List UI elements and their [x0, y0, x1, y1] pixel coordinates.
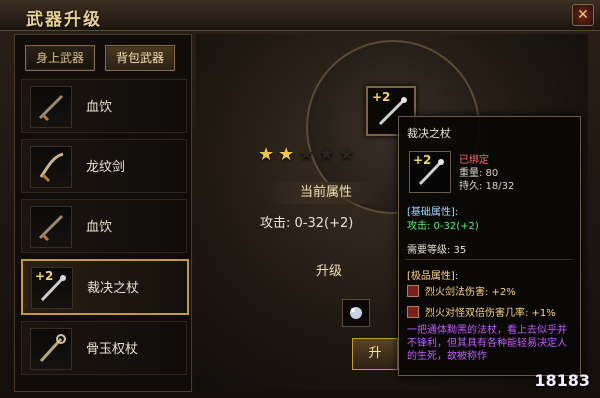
- upgrade-button[interactable]: 升: [352, 338, 398, 370]
- fire-sword-icon: [407, 305, 419, 318]
- tooltip-extra-attr-title: [极品属性]:: [407, 271, 459, 282]
- weapon-list-panel: 身上武器 背包武器 血饮 龙纹剑 血饮 +2 裁决之杖 骨玉权杖: [14, 34, 192, 392]
- star-empty-icon: ★: [338, 144, 355, 165]
- fire-sword-icon: [407, 284, 419, 297]
- tab-equipped-weapons[interactable]: 身上武器: [25, 45, 95, 71]
- tooltip-extra-attr-row: 烈火剑法伤害: +2%: [407, 283, 575, 298]
- site-watermark: 18183: [534, 371, 590, 390]
- weapon-name: 血饮: [86, 100, 113, 115]
- weapon-name: 骨玉权杖: [86, 342, 139, 357]
- curved-sword-icon: [39, 152, 64, 183]
- current-attributes-title: 当前属性: [266, 182, 386, 204]
- tab-bag-weapons[interactable]: 背包武器: [105, 45, 175, 71]
- weapon-icon: +2: [31, 267, 73, 309]
- tooltip-extra-attr-text: 烈火剑法伤害: +2%: [425, 287, 516, 298]
- weapon-list: 血饮 龙纹剑 血饮 +2 裁决之杖 骨玉权杖: [21, 79, 189, 381]
- tooltip-extra-attr-list: 烈火剑法伤害: +2% 烈火对怪双倍伤害几率: +1%: [407, 283, 575, 325]
- tooltip-divider: [405, 259, 573, 260]
- tooltip-durability: 持久: 18/32: [459, 181, 515, 192]
- tooltip-item-icon: +2: [409, 151, 451, 193]
- scepter-icon: [39, 334, 66, 363]
- star-empty-icon: ★: [298, 144, 315, 165]
- upgrade-section-title: 升级: [316, 264, 343, 279]
- weapon-upgrade-window: 武器升级 ✕ 身上武器 背包武器 血饮 龙纹剑 血饮 +2 裁决之杖 骨玉权杖 …: [0, 0, 600, 398]
- enhance-level: +2: [35, 269, 54, 283]
- tooltip-base-attr-value: 攻击: 0-32(+2): [407, 221, 479, 232]
- tooltip-extra-attr-text: 烈火对怪双倍伤害几率: +1%: [425, 308, 556, 319]
- tooltip-extra-attr-row: 烈火对怪双倍伤害几率: +1%: [407, 304, 575, 319]
- tooltip-item-name: 裁决之杖: [407, 127, 451, 140]
- sword-icon: [38, 94, 64, 122]
- star-filled-icon: ★: [258, 144, 275, 165]
- weapon-tabs: 身上武器 背包武器: [25, 45, 175, 71]
- weapon-icon: [30, 146, 72, 188]
- star-filled-icon: ★: [278, 144, 295, 165]
- weapon-icon: [30, 328, 72, 370]
- upgrade-material-slot[interactable]: [342, 299, 370, 327]
- weapon-name: 血饮: [86, 220, 113, 235]
- weapon-name: 龙纹剑: [86, 160, 126, 175]
- weapon-name: 裁决之杖: [87, 281, 140, 296]
- star-empty-icon: ★: [318, 144, 335, 165]
- weapon-list-item[interactable]: 龙纹剑: [21, 139, 187, 193]
- weapon-list-item[interactable]: 血饮: [21, 199, 187, 253]
- weapon-list-item-selected[interactable]: +2 裁决之杖: [21, 259, 189, 315]
- title-bar: 武器升级 ✕: [0, 0, 600, 31]
- tooltip-enhance-level: +2: [413, 153, 432, 167]
- window-title: 武器升级: [26, 10, 102, 30]
- star-rating: ★ ★ ★ ★ ★: [258, 146, 355, 164]
- weapon-list-item[interactable]: 血饮: [21, 79, 187, 133]
- weapon-icon: [30, 86, 72, 128]
- tooltip-description: 一把通体黝黑的法杖，看上去似乎并不锋利，但其具有各种能轻易决定人的生死，故被称作: [407, 325, 567, 362]
- tooltip-required-level: 需要等级: 35: [407, 245, 467, 256]
- tooltip-base-attr-title: [基础属性]:: [407, 207, 459, 218]
- close-button[interactable]: ✕: [572, 4, 594, 26]
- item-tooltip: 裁决之杖 +2 已绑定 重量: 80 持久: 18/32 [基础属性]: 攻击:…: [398, 116, 581, 376]
- attack-value: 攻击: 0-32(+2): [260, 216, 354, 231]
- slot-enhance-level: +2: [372, 90, 391, 104]
- weapon-list-item[interactable]: 骨玉权杖: [21, 321, 187, 375]
- weapon-icon: [30, 206, 72, 248]
- sword-icon: [38, 214, 64, 242]
- gem-icon: [350, 307, 362, 319]
